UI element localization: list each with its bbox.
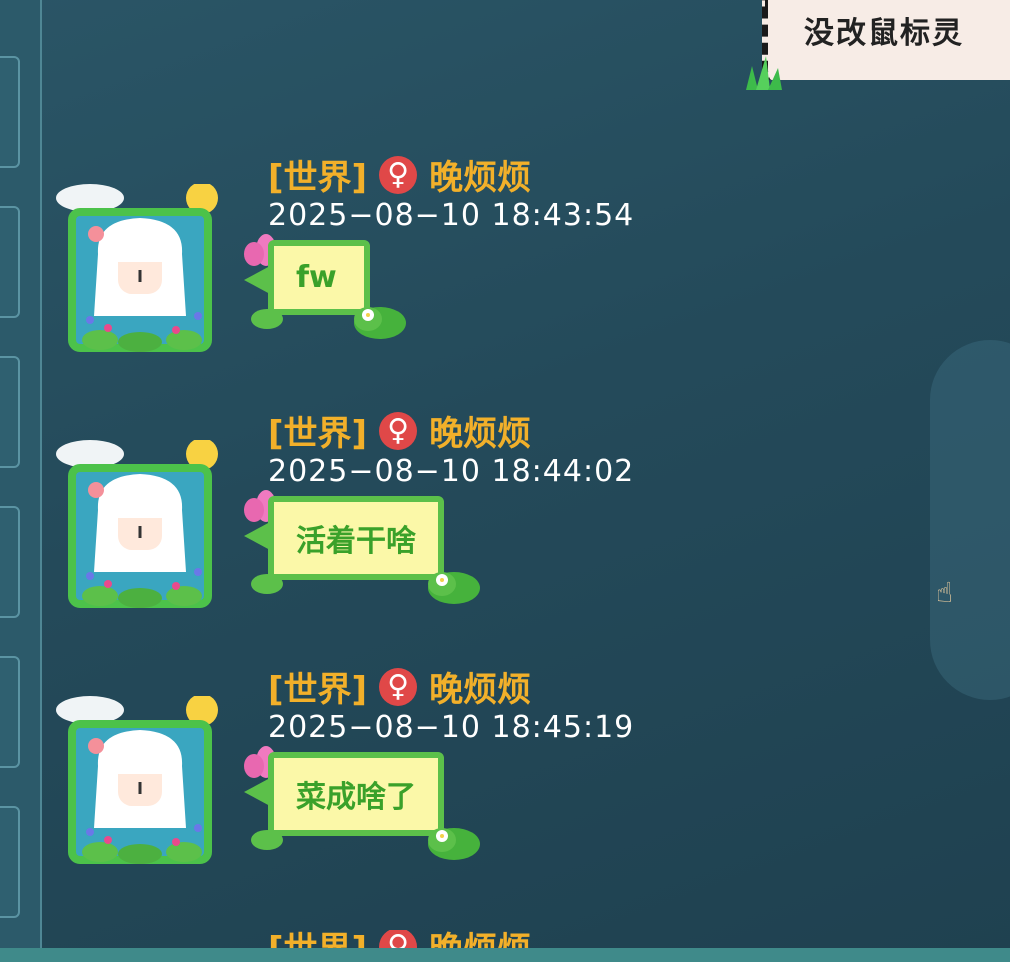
sidebar-tab[interactable] (0, 656, 20, 768)
channel-tag: [世界] (268, 158, 368, 198)
sidebar-tab[interactable] (0, 206, 20, 318)
message-header: [世界] ♀ 晚烦烦 (268, 662, 531, 711)
chat-message: [世界] ♀ 晚烦烦 2025−08−10 18:45:19 菜成啥了 (50, 667, 633, 879)
message-bubble-wrap: 活着干啥 (242, 490, 480, 604)
lily-pad-icon (428, 828, 480, 860)
chat-message: [世界] ♀ 晚烦烦 2025−08−10 18:43:54 fw (50, 155, 633, 367)
lily-pad-icon (428, 572, 480, 604)
lily-pad-icon (354, 307, 406, 339)
channel-tag: [世界] (268, 414, 368, 454)
female-icon: ♀ (379, 155, 418, 194)
avatar[interactable] (50, 438, 230, 610)
banner-text: 没改鼠标灵 (804, 16, 964, 51)
avatar[interactable] (50, 694, 230, 866)
female-icon: ♀ (379, 667, 418, 706)
leaf-icon (251, 830, 283, 850)
sender-name[interactable]: 晚烦烦 (429, 406, 531, 455)
leaf-icon (251, 574, 283, 594)
grass-icon (746, 56, 782, 90)
message-timestamp: 2025−08−10 18:44:02 (268, 454, 635, 489)
left-sidebar (0, 0, 42, 962)
message-header: [世界] ♀ 晚烦烦 (268, 150, 531, 199)
sidebar-tab[interactable] (0, 56, 20, 168)
bottom-border (0, 948, 1010, 962)
leaf-icon (251, 309, 283, 329)
channel-tag: [世界] (268, 670, 368, 710)
message-timestamp: 2025−08−10 18:45:19 (268, 710, 635, 745)
top-banner: 没改鼠标灵 (746, 0, 1010, 90)
avatar[interactable] (50, 182, 230, 354)
message-bubble-wrap: fw (242, 234, 406, 339)
sender-name[interactable]: 晚烦烦 (429, 662, 531, 711)
female-icon: ♀ (379, 411, 418, 450)
background-character-silhouette (930, 340, 1010, 700)
message-timestamp: 2025−08−10 18:43:54 (268, 198, 635, 233)
sidebar-tab[interactable] (0, 506, 20, 618)
message-header: [世界] ♀ 晚烦烦 (268, 406, 531, 455)
sidebar-tab[interactable] (0, 356, 20, 468)
hand-cursor-icon: ☝ (936, 576, 954, 609)
bubble-tail (244, 266, 270, 294)
chat-message: [世界] ♀ 晚烦烦 2025−08−10 18:44:02 活着干啥 (50, 411, 633, 623)
bubble-tail (244, 778, 270, 806)
bubble-tail (244, 522, 270, 550)
message-bubble-wrap: 菜成啥了 (242, 746, 480, 860)
sidebar-tab[interactable] (0, 806, 20, 918)
sender-name[interactable]: 晚烦烦 (429, 150, 531, 199)
